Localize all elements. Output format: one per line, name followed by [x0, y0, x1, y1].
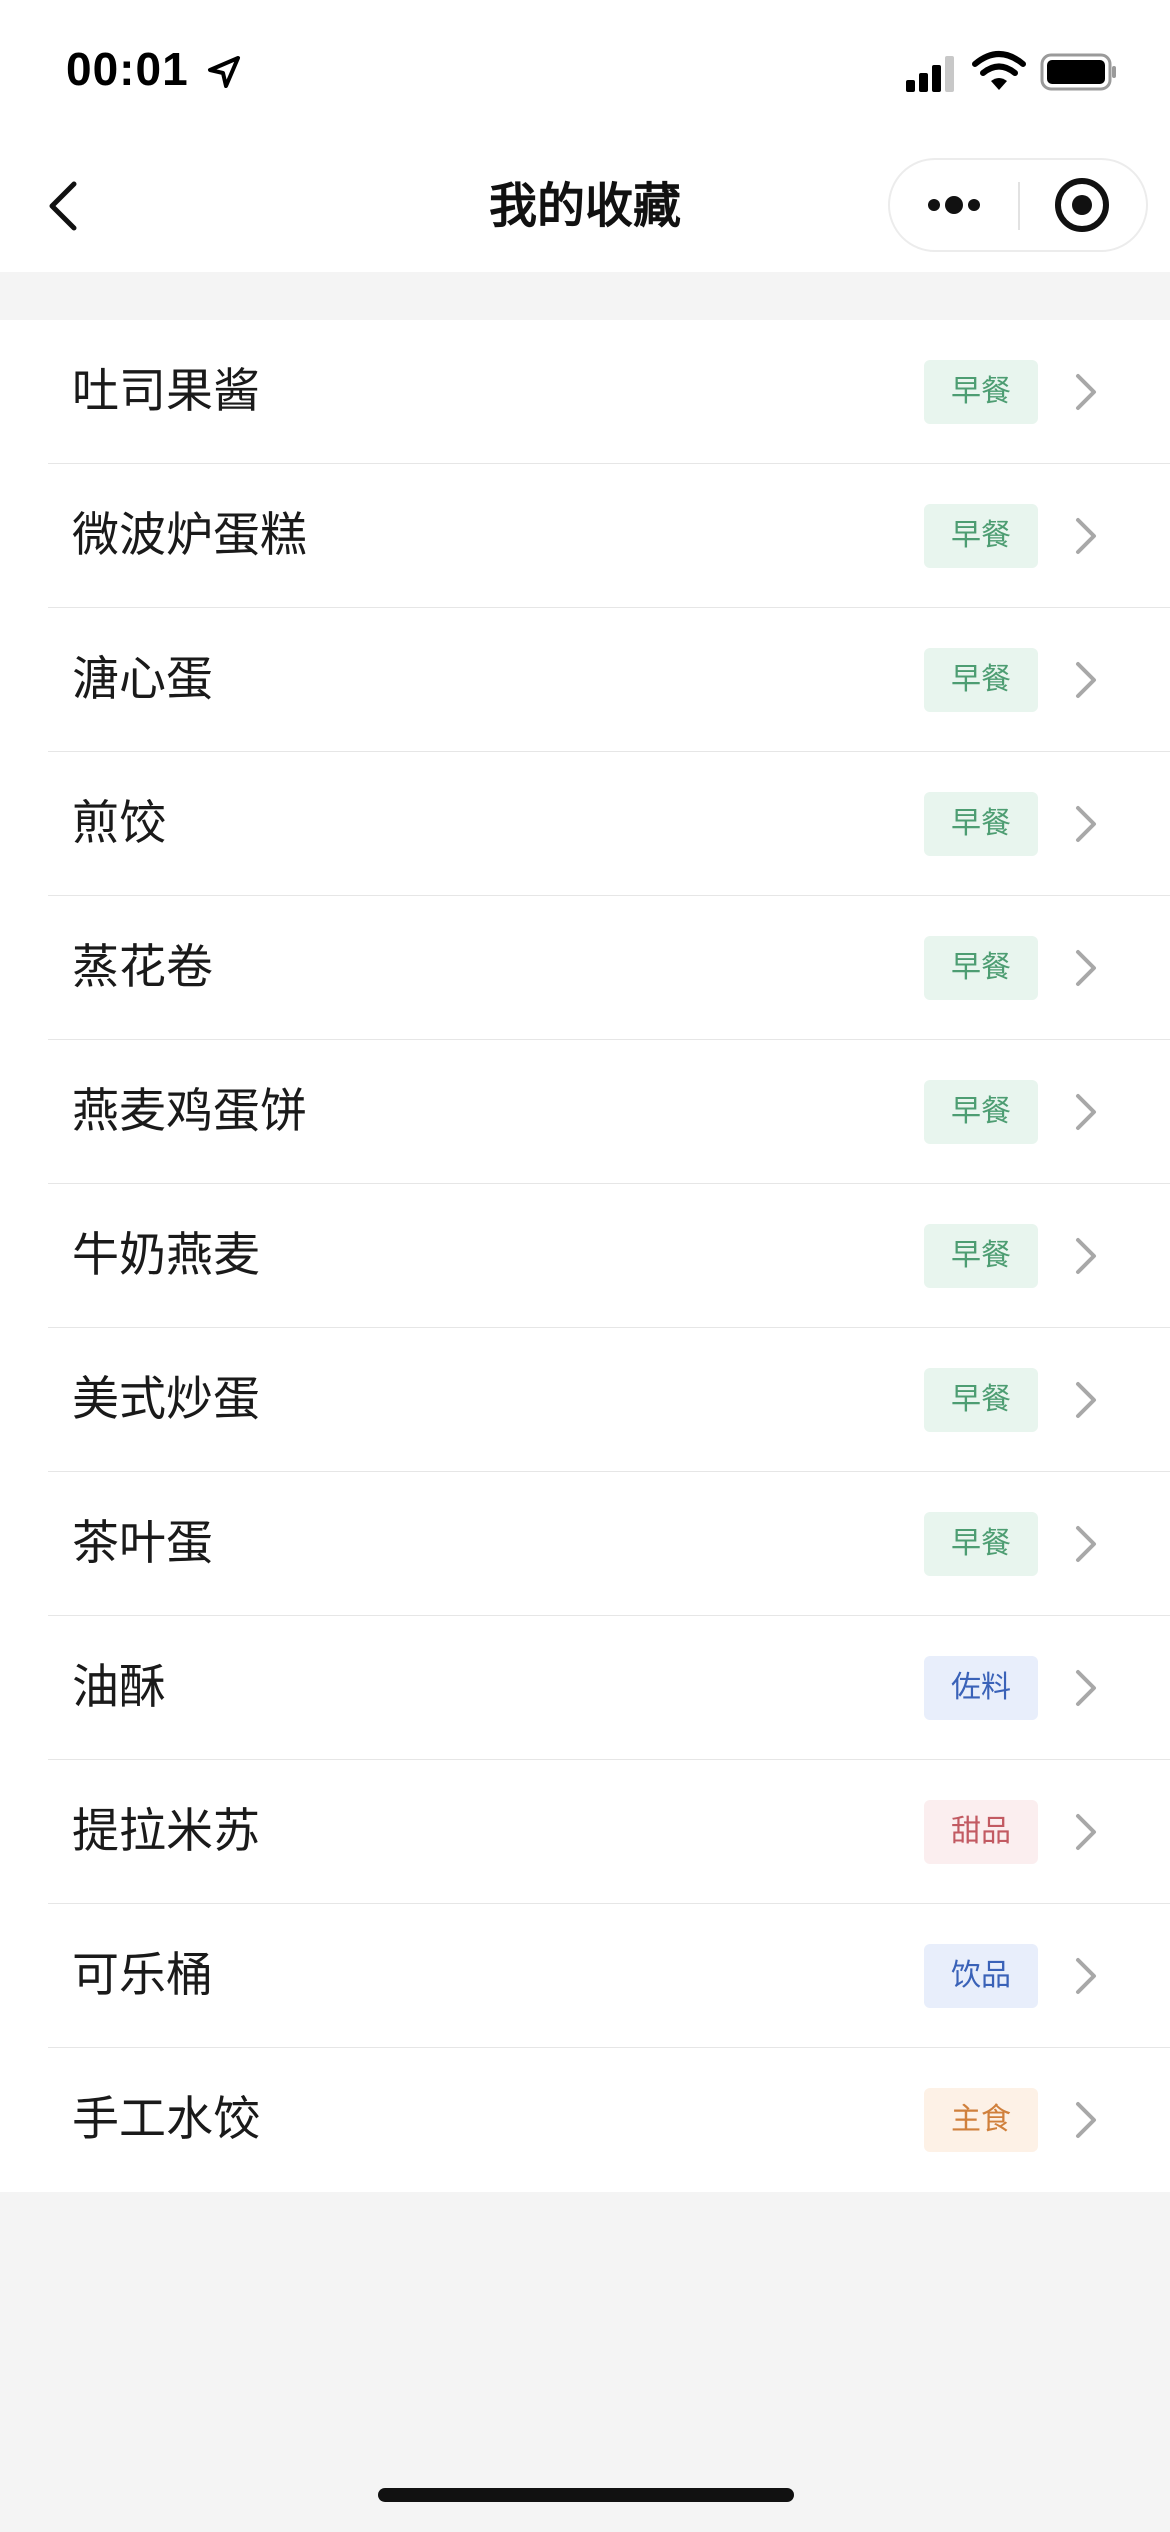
list-item[interactable]: 溏心蛋 早餐	[0, 608, 1170, 752]
chevron-right-icon	[1076, 806, 1096, 842]
category-tag: 主食	[924, 2088, 1038, 2152]
list-item[interactable]: 可乐桶 饮品	[0, 1904, 1170, 2048]
chevron-right-icon	[1076, 1382, 1096, 1418]
item-name: 溏心蛋	[72, 652, 213, 707]
chevron-right-icon	[1076, 518, 1096, 554]
item-name: 可乐桶	[72, 1948, 213, 2003]
list-item[interactable]: 手工水饺 主食	[0, 2048, 1170, 2192]
chevron-right-icon	[1076, 1670, 1096, 1706]
item-name: 微波炉蛋糕	[72, 508, 307, 563]
battery-icon	[1040, 53, 1116, 91]
favorites-list: 吐司果酱 早餐 微波炉蛋糕 早餐 溏心蛋 早餐 煎饺 早餐 蒸花卷 早餐 燕麦鸡蛋饼 早餐 牛奶燕麦 早餐…	[0, 320, 1170, 2192]
more-dots-icon[interactable]	[890, 160, 1018, 250]
category-tag: 早餐	[924, 360, 1038, 424]
category-tag: 早餐	[924, 648, 1038, 712]
mini-program-capsule	[888, 158, 1148, 252]
category-tag: 早餐	[924, 504, 1038, 568]
category-tag: 早餐	[924, 1512, 1038, 1576]
list-item[interactable]: 茶叶蛋 早餐	[0, 1472, 1170, 1616]
list-item[interactable]: 煎饺 早餐	[0, 752, 1170, 896]
home-indicator	[378, 2488, 794, 2502]
category-tag: 早餐	[924, 1224, 1038, 1288]
chevron-right-icon	[1076, 1958, 1096, 1994]
item-name: 美式炒蛋	[72, 1372, 260, 1427]
navigation-bar: 我的收藏	[0, 150, 1170, 272]
status-time: 00:01	[66, 43, 189, 95]
chevron-right-icon	[1076, 374, 1096, 410]
chevron-right-icon	[1076, 950, 1096, 986]
category-tag: 早餐	[924, 1368, 1038, 1432]
list-item[interactable]: 微波炉蛋糕 早餐	[0, 464, 1170, 608]
chevron-right-icon	[1076, 2102, 1096, 2138]
category-tag: 早餐	[924, 792, 1038, 856]
chevron-right-icon	[1076, 1814, 1096, 1850]
category-tag: 佐料	[924, 1656, 1038, 1720]
signal-icon	[906, 56, 954, 92]
category-tag: 早餐	[924, 1080, 1038, 1144]
item-name: 蒸花卷	[72, 940, 213, 995]
list-item[interactable]: 提拉米苏 甜品	[0, 1760, 1170, 1904]
list-item[interactable]: 吐司果酱 早餐	[0, 320, 1170, 464]
chevron-right-icon	[1076, 1094, 1096, 1130]
list-item[interactable]: 油酥 佐料	[0, 1616, 1170, 1760]
item-name: 手工水饺	[72, 2092, 260, 2147]
location-arrow-icon	[208, 56, 240, 88]
status-bar: 00:01	[0, 0, 1170, 150]
item-name: 提拉米苏	[72, 1804, 260, 1859]
item-name: 吐司果酱	[72, 364, 260, 419]
item-name: 煎饺	[72, 796, 166, 851]
category-tag: 饮品	[924, 1944, 1038, 2008]
chevron-right-icon	[1076, 1526, 1096, 1562]
list-item[interactable]: 牛奶燕麦 早餐	[0, 1184, 1170, 1328]
item-name: 油酥	[72, 1660, 166, 1715]
category-tag: 甜品	[924, 1800, 1038, 1864]
list-item[interactable]: 燕麦鸡蛋饼 早餐	[0, 1040, 1170, 1184]
category-tag: 早餐	[924, 936, 1038, 1000]
item-name: 牛奶燕麦	[72, 1228, 260, 1283]
chevron-right-icon	[1076, 1238, 1096, 1274]
chevron-right-icon	[1076, 662, 1096, 698]
item-name: 燕麦鸡蛋饼	[72, 1084, 307, 1139]
close-circle-icon[interactable]	[1020, 160, 1148, 250]
list-item[interactable]: 美式炒蛋 早餐	[0, 1328, 1170, 1472]
wifi-icon	[972, 51, 1026, 90]
item-name: 茶叶蛋	[72, 1516, 213, 1571]
list-item[interactable]: 蒸花卷 早餐	[0, 896, 1170, 1040]
